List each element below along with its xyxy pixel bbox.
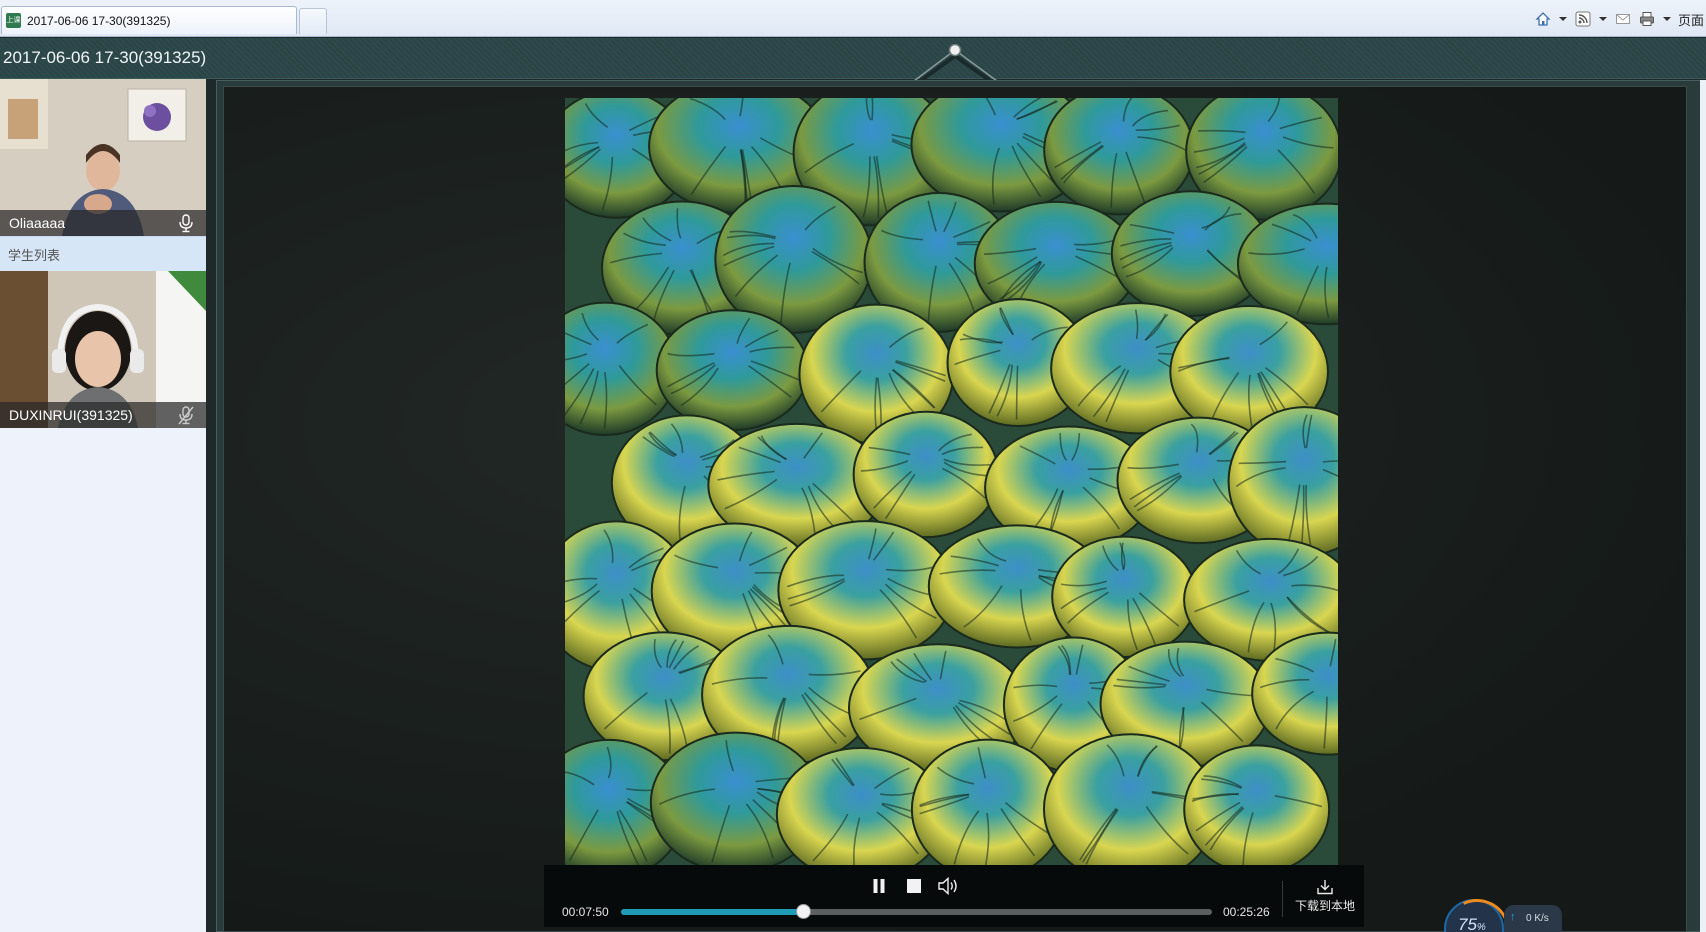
student-list-header: 学生列表 <box>0 236 206 271</box>
new-tab-button[interactable] <box>299 8 327 34</box>
print-icon[interactable] <box>1638 10 1656 28</box>
player-controls: 00:07:50 00:25:26 下载到本地 <box>544 865 1364 927</box>
browser-tab-bar: 上课 2017-06-06 17-30(391325) 页面 <box>0 0 1706 37</box>
download-button[interactable]: 下载到本地 <box>1291 879 1359 914</box>
tab-favicon-icon: 上课 <box>6 13 21 28</box>
network-speed: 0 K/s <box>1526 913 1549 924</box>
page-title: 2017-06-06 17-30(391325) <box>3 48 207 67</box>
volume-button[interactable] <box>936 874 962 898</box>
home-icon[interactable] <box>1534 10 1552 28</box>
network-percent-value: 75 <box>1458 915 1477 932</box>
microphone-icon[interactable] <box>176 213 196 233</box>
teacher-video[interactable]: Oliaaaaa <box>0 79 206 236</box>
network-percent-unit: % <box>1476 922 1486 932</box>
progress-knob[interactable] <box>795 904 811 919</box>
browser-tab[interactable]: 上课 2017-06-06 17-30(391325) <box>1 6 297 34</box>
window-edge <box>1700 80 1706 932</box>
microphone-muted-icon[interactable] <box>176 405 196 425</box>
tab-title: 2017-06-06 17-30(391325) <box>27 13 171 28</box>
current-time: 00:07:50 <box>562 905 609 919</box>
download-icon <box>1317 880 1333 895</box>
progress-fill <box>621 909 804 915</box>
student-video[interactable]: DUXINRUI(391325) <box>0 271 206 428</box>
sidebar: Oliaaaaa 学生列表 DUXINRUI(391325) <box>0 79 206 932</box>
stop-button[interactable] <box>901 874 927 898</box>
progress-bar[interactable] <box>621 904 1212 919</box>
app-header: 2017-06-06 17-30(391325) <box>0 38 1706 79</box>
rss-feed-icon[interactable] <box>1574 10 1592 28</box>
upload-arrow-icon: ↑ <box>1510 911 1516 923</box>
network-speed-pill: ↑ 0 K/s <box>1504 905 1562 932</box>
teacher-name: Oliaaaaa <box>9 215 66 231</box>
cell-texture <box>655 309 810 432</box>
total-time: 00:25:26 <box>1223 905 1270 919</box>
pause-button[interactable] <box>866 874 892 898</box>
video-picture <box>565 98 1338 866</box>
print-dropdown-button[interactable] <box>1662 10 1672 28</box>
read-mail-icon[interactable] <box>1614 10 1632 28</box>
network-percent: 75% <box>1458 915 1486 932</box>
browser-toolbar: 页面 <box>1534 8 1706 30</box>
download-label: 下载到本地 <box>1294 899 1355 913</box>
volume-icon <box>938 876 957 896</box>
stop-icon <box>907 879 921 893</box>
network-monitor-widget[interactable]: 75% ↑ 0 K/s <box>1444 899 1564 932</box>
cell-texture <box>1183 744 1331 866</box>
student-name: DUXINRUI(391325) <box>9 407 133 423</box>
home-dropdown-button[interactable] <box>1558 10 1568 28</box>
pause-icon <box>873 879 885 893</box>
feeds-dropdown-button[interactable] <box>1598 10 1608 28</box>
video-frame[interactable] <box>565 98 1338 866</box>
page-menu-button[interactable]: 页面 <box>1678 10 1704 29</box>
controls-divider <box>1282 881 1283 917</box>
